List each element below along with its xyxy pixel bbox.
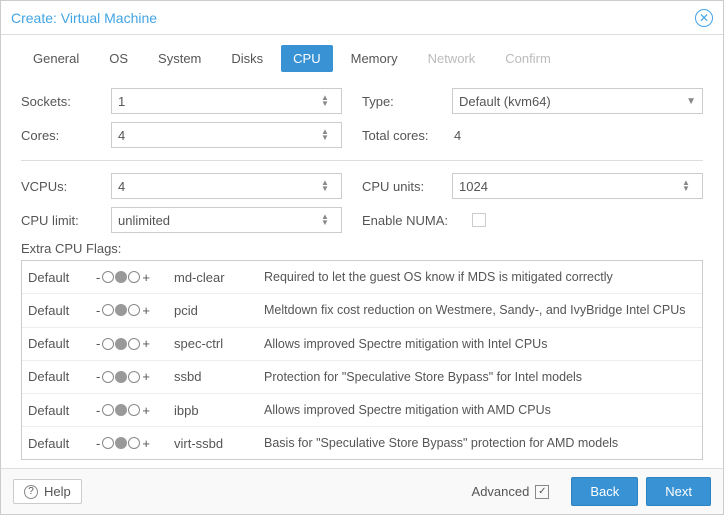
flags-panel: Default-+md-clearRequired to let the gue… — [21, 260, 703, 460]
flag-toggle[interactable]: -+ — [96, 336, 164, 351]
flags-heading: Extra CPU Flags: — [21, 241, 703, 256]
flag-desc: Allows improved Spectre mitigation with … — [264, 402, 696, 418]
tab-disks[interactable]: Disks — [219, 45, 275, 72]
spinner-arrows-icon[interactable]: ▲▼ — [321, 214, 335, 226]
minus-icon: - — [96, 336, 100, 351]
minus-icon: - — [96, 369, 100, 384]
dialog-title: Create: Virtual Machine — [11, 10, 157, 26]
flag-name: md-clear — [174, 270, 254, 285]
flag-toggle[interactable]: -+ — [96, 303, 164, 318]
spinner-arrows-icon[interactable]: ▲▼ — [682, 180, 696, 192]
tab-content-cpu: Sockets: 1 ▲▼ Type: Default (kvm64) ▼ Co… — [1, 72, 723, 464]
minus-icon: - — [96, 270, 100, 285]
numa-checkbox[interactable] — [472, 213, 486, 227]
flag-state: Default — [28, 270, 86, 285]
numa-label: Enable NUMA: — [362, 213, 472, 228]
tab-memory[interactable]: Memory — [339, 45, 410, 72]
totalcores-label: Total cores: — [362, 128, 452, 143]
back-button[interactable]: Back — [571, 477, 638, 506]
flag-toggle[interactable]: -+ — [96, 369, 164, 384]
cores-input[interactable]: 4 ▲▼ — [111, 122, 342, 148]
titlebar: Create: Virtual Machine ✕ — [1, 1, 723, 35]
flag-name: pcid — [174, 303, 254, 318]
cpuunits-input[interactable]: 1024 ▲▼ — [452, 173, 703, 199]
flag-row: Default-+virt-ssbdBasis for "Speculative… — [22, 427, 702, 459]
flag-name: spec-ctrl — [174, 336, 254, 351]
totalcores-value: 4 — [452, 128, 703, 143]
flag-desc: Protection for "Speculative Store Bypass… — [264, 369, 696, 385]
help-button[interactable]: ? Help — [13, 479, 82, 504]
flag-row: Default-+ibpbAllows improved Spectre mit… — [22, 394, 702, 427]
close-icon[interactable]: ✕ — [695, 9, 713, 27]
flag-desc: Required to let the guest OS know if MDS… — [264, 269, 696, 285]
plus-icon: + — [142, 336, 150, 351]
flag-row: Default-+spec-ctrlAllows improved Spectr… — [22, 328, 702, 361]
flag-state: Default — [28, 303, 86, 318]
spinner-arrows-icon[interactable]: ▲▼ — [321, 180, 335, 192]
plus-icon: + — [142, 369, 150, 384]
advanced-toggle[interactable]: Advanced ✓ — [472, 484, 550, 499]
flag-state: Default — [28, 436, 86, 451]
flag-state: Default — [28, 336, 86, 351]
tab-system[interactable]: System — [146, 45, 213, 72]
minus-icon: - — [96, 436, 100, 451]
flag-desc: Meltdown fix cost reduction on Westmere,… — [264, 302, 696, 318]
flag-toggle[interactable]: -+ — [96, 436, 164, 451]
chevron-down-icon: ▼ — [686, 96, 696, 107]
vcpus-input[interactable]: 4 ▲▼ — [111, 173, 342, 199]
sockets-input[interactable]: 1 ▲▼ — [111, 88, 342, 114]
spinner-arrows-icon[interactable]: ▲▼ — [321, 95, 335, 107]
cpulimit-label: CPU limit: — [21, 213, 111, 228]
flag-row: Default-+ssbdProtection for "Speculative… — [22, 361, 702, 394]
minus-icon: - — [96, 303, 100, 318]
type-select[interactable]: Default (kvm64) ▼ — [452, 88, 703, 114]
tab-network: Network — [416, 45, 488, 72]
sockets-label: Sockets: — [21, 94, 111, 109]
plus-icon: + — [142, 303, 150, 318]
type-label: Type: — [362, 94, 452, 109]
flag-desc: Allows improved Spectre mitigation with … — [264, 336, 696, 352]
plus-icon: + — [142, 403, 150, 418]
tab-strip: GeneralOSSystemDisksCPU MemoryNetworkConf… — [1, 35, 723, 72]
flag-toggle[interactable]: -+ — [96, 270, 164, 285]
flag-name: ibpb — [174, 403, 254, 418]
divider — [21, 160, 703, 161]
flag-row: Default-+md-clearRequired to let the gue… — [22, 261, 702, 294]
plus-icon: + — [142, 270, 150, 285]
cores-label: Cores: — [21, 128, 111, 143]
plus-icon: + — [142, 436, 150, 451]
advanced-checkbox[interactable]: ✓ — [535, 485, 549, 499]
tab-cpu[interactable]: CPU — [281, 45, 332, 72]
spinner-arrows-icon[interactable]: ▲▼ — [321, 129, 335, 141]
vcpus-label: VCPUs: — [21, 179, 111, 194]
next-button[interactable]: Next — [646, 477, 711, 506]
flag-name: ssbd — [174, 369, 254, 384]
flags-scroll[interactable]: Default-+md-clearRequired to let the gue… — [22, 261, 702, 459]
dialog-create-vm: Create: Virtual Machine ✕ GeneralOSSyste… — [0, 0, 724, 515]
tab-os[interactable]: OS — [97, 45, 140, 72]
help-icon: ? — [24, 485, 38, 499]
cpuunits-label: CPU units: — [362, 179, 452, 194]
flag-toggle[interactable]: -+ — [96, 403, 164, 418]
flag-name: virt-ssbd — [174, 436, 254, 451]
flag-state: Default — [28, 403, 86, 418]
cpulimit-input[interactable]: unlimited ▲▼ — [111, 207, 342, 233]
tab-confirm: Confirm — [493, 45, 563, 72]
flag-desc: Basis for "Speculative Store Bypass" pro… — [264, 435, 696, 451]
flag-row: Default-+pcidMeltdown fix cost reduction… — [22, 294, 702, 327]
minus-icon: - — [96, 403, 100, 418]
footer: ? Help Advanced ✓ Back Next — [1, 468, 723, 514]
tab-general[interactable]: General — [21, 45, 91, 72]
flag-state: Default — [28, 369, 86, 384]
